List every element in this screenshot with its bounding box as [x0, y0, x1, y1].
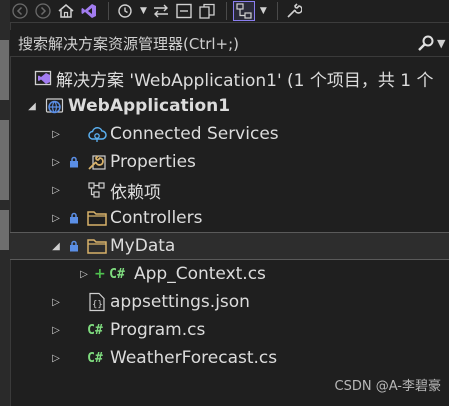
solution-label: 解决方案 'WebApplication1' (1 个项目，共 1 个: [56, 70, 434, 91]
forward-icon[interactable]: [33, 1, 53, 21]
item-label: Connected Services: [110, 124, 279, 144]
collapsed-arrow-icon[interactable]: ▷: [50, 157, 62, 168]
collapsed-arrow-icon[interactable]: ▷: [50, 129, 62, 140]
left-tab-marker[interactable]: [0, 210, 9, 250]
item-label: App_Context.cs: [134, 264, 266, 284]
watermark: CSDN @A-李碧豪: [334, 379, 442, 394]
project-label: WebApplication1: [68, 96, 231, 116]
cloud-icon: [84, 124, 110, 144]
search-icon[interactable]: [415, 34, 437, 52]
history-icon[interactable]: [115, 1, 135, 21]
search-input[interactable]: 搜索解决方案资源管理器(Ctrl+;): [10, 33, 415, 54]
collapsed-arrow-icon[interactable]: ▷: [78, 269, 90, 280]
item-label: MyData: [110, 236, 176, 256]
lock-icon: [68, 212, 80, 224]
solution-explorer-toolbar: ▼ ▼: [10, 0, 449, 23]
folder-icon: [84, 208, 110, 228]
sync-icon[interactable]: [151, 1, 171, 21]
search-options-dropdown-icon[interactable]: ▼: [437, 37, 449, 50]
item-label: Program.cs: [110, 320, 206, 340]
item-label: 依赖项: [110, 182, 161, 203]
json-file-icon: {}: [84, 292, 110, 312]
collapsed-arrow-icon[interactable]: ▷: [50, 353, 62, 364]
tree-row-project[interactable]: ◢ WebApplication1: [10, 92, 449, 120]
item-label: Properties: [110, 152, 196, 172]
collapsed-arrow-icon[interactable]: ▷: [50, 297, 62, 308]
wrench-icon: [84, 152, 110, 172]
csharp-file-icon: C#: [87, 322, 103, 338]
folder-open-icon: [84, 236, 110, 256]
expanded-arrow-icon[interactable]: ◢: [50, 241, 62, 252]
dependencies-icon: [84, 180, 110, 200]
collapsed-arrow-icon[interactable]: ▷: [50, 213, 62, 224]
item-label: WeatherForecast.cs: [110, 348, 278, 368]
home-icon[interactable]: [56, 1, 76, 21]
tree-row-controllers[interactable]: ▷ Controllers: [10, 204, 449, 232]
csharp-file-icon: C#: [109, 266, 125, 282]
tree-row-properties[interactable]: ▷ Properties: [10, 148, 449, 176]
tree-row-appsettings[interactable]: ▷ {} appsettings.json: [10, 288, 449, 316]
tree-row-program[interactable]: ▷ C# Program.cs: [10, 316, 449, 344]
vs-icon[interactable]: [79, 1, 99, 21]
tree-row-connected-services[interactable]: ▷ Connected Services: [10, 120, 449, 148]
left-tab-marker[interactable]: [0, 120, 9, 200]
csharp-file-icon: C#: [87, 350, 103, 366]
item-label: appsettings.json: [110, 292, 250, 312]
expanded-arrow-icon[interactable]: ◢: [26, 101, 38, 112]
tree-row-dependencies[interactable]: ▷ 依赖项: [10, 176, 449, 204]
left-tab-marker[interactable]: [0, 40, 9, 100]
item-label: Controllers: [110, 208, 203, 228]
tree-row-solution[interactable]: 解决方案 'WebApplication1' (1 个项目，共 1 个: [10, 64, 449, 92]
history-dropdown-icon[interactable]: ▼: [140, 6, 147, 16]
scope-icon[interactable]: [232, 1, 255, 21]
web-project-icon: [42, 96, 68, 116]
pages-icon[interactable]: [197, 1, 217, 21]
solution-icon: [30, 68, 56, 88]
svg-text:{}: {}: [92, 300, 103, 310]
lock-icon: [68, 156, 80, 168]
collapse-icon[interactable]: [174, 1, 194, 21]
collapsed-arrow-icon[interactable]: ▷: [50, 325, 62, 336]
tree-row-app-context[interactable]: ▷ + C# App_Context.cs: [10, 260, 449, 288]
properties-wrench-icon[interactable]: [284, 1, 304, 21]
tree-row-weatherforecast[interactable]: ▷ C# WeatherForecast.cs: [10, 344, 449, 372]
back-icon[interactable]: [10, 1, 30, 21]
search-box[interactable]: 搜索解决方案资源管理器(Ctrl+;) ▼: [10, 30, 449, 57]
collapsed-arrow-icon[interactable]: ▷: [50, 185, 62, 196]
pending-add-icon: +: [94, 266, 106, 282]
scope-dropdown-icon[interactable]: ▼: [260, 6, 267, 16]
tree-row-mydata[interactable]: ◢ MyData: [10, 232, 449, 260]
lock-icon: [68, 240, 80, 252]
